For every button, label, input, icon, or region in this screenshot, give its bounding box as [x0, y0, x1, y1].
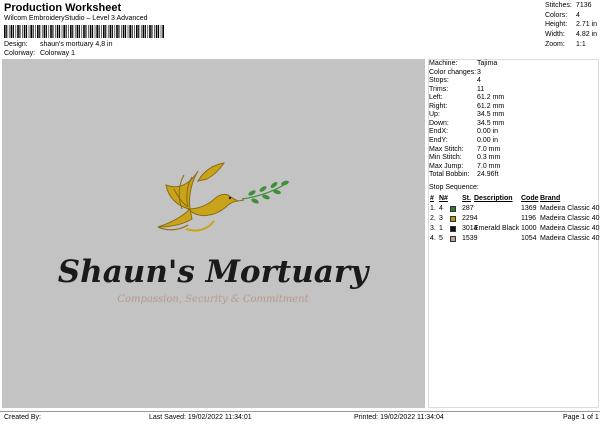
stop-row: 3. 1 3014 Emerald Black 1000 Madeira Classic …	[429, 225, 600, 235]
machine-info-row: Down: 34.5 mm	[429, 119, 505, 127]
stop-cell-st: 1539	[462, 235, 478, 242]
tagline: Compassion, Security & Commitment	[117, 294, 309, 305]
olive-branch-icon	[241, 180, 289, 204]
stop-cell-n: 3	[439, 215, 443, 222]
machine-info-row: Up: 34.5 mm	[429, 111, 505, 119]
worksheet-details: Machine: Tajima Color changes:3 Stops: 4 Trim…	[428, 59, 600, 408]
machine-info-row: Trims: 11	[429, 85, 485, 93]
stop-cell-num: 2.	[430, 215, 436, 222]
stop-cell-brand: Madeira Classic 40	[540, 215, 600, 222]
color-swatch	[450, 216, 456, 222]
stop-cell-n: 4	[439, 205, 443, 212]
stop-cell-code: 1054	[521, 235, 537, 242]
dove-icon	[157, 162, 245, 232]
color-swatch	[450, 236, 456, 242]
stop-cell-n: 1	[439, 225, 443, 232]
embroidery-design: Shaun's Mortuary Compassion, Security & …	[58, 162, 370, 305]
machine-info-row: Min Stitch: 0.3 mm	[429, 154, 501, 162]
stop-cell-num: 1.	[430, 205, 436, 212]
stop-cell-num: 3.	[430, 225, 436, 232]
design-label: Design:	[4, 41, 28, 48]
stop-cell-num: 4.	[430, 235, 436, 242]
page-title: Production Worksheet	[4, 2, 122, 14]
stop-cell-st: 2294	[462, 215, 478, 222]
machine-info-row: Max Stitch: 7.0 mm	[429, 145, 501, 153]
design-row: Design: shaun's mortuary 4,8 in	[4, 41, 113, 48]
page-number: Page 1 of 1	[563, 414, 599, 421]
printed-date: Printed: 19/02/2022 11:34:04	[354, 414, 444, 421]
last-saved: Last Saved: 19/02/2022 11:34:01	[149, 414, 252, 421]
colorway-value: Colorway 1	[39, 50, 75, 57]
design-value: shaun's mortuary 4,8 in	[39, 41, 113, 48]
stat-width: Width: 4.82 in	[545, 31, 598, 39]
stop-row: 4. 5 1539 1054 Madeira Classic 40	[429, 235, 600, 245]
design-preview: Shaun's Mortuary Compassion, Security & …	[2, 59, 425, 408]
barcode	[4, 25, 164, 38]
stop-cell-n: 5	[439, 235, 443, 242]
machine-info-row: Max Jump: 7.0 mm	[429, 162, 501, 170]
stop-cell-code: 1196	[521, 215, 537, 222]
stat-stitches: Stitches: 7136	[545, 2, 592, 9]
machine-info-row: Stops: 4	[429, 77, 481, 85]
stop-sequence-title: Stop Sequence:	[429, 184, 479, 191]
color-swatch	[450, 206, 456, 212]
colorway-label: Colorway:	[4, 50, 36, 57]
color-swatch	[450, 226, 456, 232]
created-by: Created By:	[4, 414, 41, 421]
stop-cell-brand: Madeira Classic 40	[540, 205, 600, 212]
stop-row: 1. 4 287 1369 Madeira Classic 40	[429, 205, 600, 215]
machine-info-row: Color changes:3	[429, 68, 481, 76]
stop-cell-brand: Madeira Classic 40	[540, 225, 600, 232]
stop-cell-code: 1369	[521, 205, 537, 212]
machine-info-row: EndY: 0.00 in	[429, 136, 499, 144]
stop-row: 2. 3 2294 1196 Madeira Classic 40	[429, 215, 600, 225]
software-subtitle: Wilcom EmbroideryStudio – Level 3 Advanc…	[4, 15, 148, 22]
colorway-row: Colorway: Colorway 1	[4, 50, 75, 57]
business-name: Shaun's Mortuary	[58, 254, 370, 290]
stop-cell-code: 1000	[521, 225, 537, 232]
machine-info-row: Left: 61.2 mm	[429, 94, 505, 102]
stat-height: Height: 2.71 in	[545, 21, 598, 29]
machine-info-row: Total Bobbin: 24.96ft	[429, 171, 499, 179]
stat-colors: Colors: 4	[545, 11, 580, 19]
machine-info-row: EndX: 0.00 in	[429, 128, 499, 136]
stat-zoom: Zoom: 1:1	[545, 40, 586, 48]
stop-cell-description: Emerald Black	[474, 225, 520, 232]
summary-stats: Stitches: 7136 Colors: 4 Height: 2.71 in Wi…	[545, 2, 599, 50]
machine-info-row: Right: 61.2 mm	[429, 102, 505, 110]
footer: Created By: Last Saved: 19/02/2022 11:34…	[0, 411, 600, 424]
stop-cell-brand: Madeira Classic 40	[540, 235, 600, 242]
machine-info-row: Machine: Tajima	[429, 60, 498, 67]
stop-cell-st: 287	[462, 205, 474, 212]
